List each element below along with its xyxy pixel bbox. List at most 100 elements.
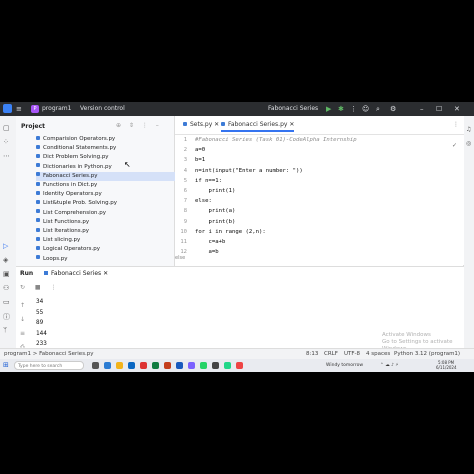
maximize-icon[interactable]: ☐ <box>436 105 442 113</box>
teams-icon[interactable] <box>188 362 195 369</box>
code-line[interactable]: a=0 <box>195 147 205 153</box>
clock-date[interactable]: 6/11/2024 <box>436 365 457 370</box>
file-tree-item[interactable]: Conditional Statements.py <box>36 144 116 153</box>
store-icon[interactable] <box>128 362 135 369</box>
project-panel-actions[interactable]: ⊕ ⇕ ⋮ – <box>116 122 162 129</box>
python-packages-icon[interactable]: ◈ <box>3 256 8 264</box>
pycharm-icon[interactable] <box>224 362 231 369</box>
debug-icon[interactable]: ✱ <box>338 105 344 113</box>
file-name: List Functions.py <box>43 218 90 225</box>
file-tree-item[interactable]: Functions in Dict.py <box>36 181 97 190</box>
python-console-icon[interactable]: ▣ <box>3 270 10 278</box>
vcs-menu[interactable]: Version control <box>80 105 125 112</box>
file-tree-item[interactable]: List Iterations.py <box>36 227 89 236</box>
code-line[interactable]: print(1) <box>195 188 235 194</box>
more-icon[interactable]: ⋮ <box>350 105 357 113</box>
services-icon[interactable]: ⚇ <box>3 284 9 292</box>
file-tree-item[interactable]: List slicing.py <box>36 236 80 245</box>
file-tree-item[interactable]: List Functions.py <box>36 218 89 227</box>
run-panel-label: Run <box>20 270 34 277</box>
code-line[interactable]: #Fabonacci Series (Task 01)-CodeAlpha In… <box>195 137 357 143</box>
breadcrumb[interactable]: else <box>175 255 185 261</box>
search-icon[interactable]: ⌕ <box>376 105 380 113</box>
run-config-selector[interactable]: Fabonacci Series <box>268 105 318 112</box>
user-icon[interactable]: ☺ <box>362 105 369 113</box>
code-line[interactable]: print(a) <box>195 208 235 214</box>
code-editor[interactable]: 1 #Fabonacci Series (Task 01)-CodeAlpha I… <box>175 135 464 265</box>
code-line[interactable]: c=a+b <box>195 239 225 245</box>
app-logo-icon[interactable] <box>3 104 12 113</box>
recorder-icon[interactable] <box>236 362 243 369</box>
code-line[interactable]: else: <box>195 198 212 204</box>
run-icon[interactable]: ▶ <box>326 105 331 113</box>
file-tree-item[interactable]: List&tuple Prob. Solving.py <box>36 199 117 208</box>
tab-fabonacci-series[interactable]: Fabonacci Series.py ✕ <box>221 121 295 132</box>
tab-sets[interactable]: Sets.py ✕ <box>183 121 219 128</box>
inspection-check-icon[interactable]: ✓ <box>452 142 457 149</box>
screen: ≡ P program1 Version control Fabonacci S… <box>0 102 474 372</box>
python-file-icon <box>36 255 40 260</box>
run-toolbar[interactable]: ↻ ■ ⋮ <box>20 284 61 291</box>
code-line[interactable]: a=b <box>195 249 218 255</box>
console-output-line: 34 <box>36 298 44 305</box>
structure-tool-icon[interactable]: ⁘ <box>3 138 9 146</box>
file-tree-item[interactable]: Comparision Operators.py <box>36 135 115 144</box>
close-icon[interactable]: ✕ <box>454 105 460 113</box>
ai-assistant-icon[interactable]: ◎ <box>466 140 471 147</box>
chrome-icon[interactable] <box>140 362 147 369</box>
windows-start-icon[interactable]: ⊞ <box>3 362 9 369</box>
powerpoint-icon[interactable] <box>164 362 171 369</box>
word-icon[interactable] <box>176 362 183 369</box>
code-line[interactable]: for i in range (2,n): <box>195 229 266 235</box>
status-interpreter[interactable]: Python 3.12 (program1) <box>394 351 460 357</box>
status-caret-position[interactable]: 8:13 <box>306 351 318 357</box>
line-number: 11 <box>180 239 187 245</box>
line-number: 5 <box>183 177 187 184</box>
file-tree-item[interactable]: Dict Problem Solving.py <box>36 153 109 162</box>
taskbar-search-input[interactable]: Type here to search <box>14 361 84 370</box>
code-line[interactable]: b=1 <box>195 157 205 163</box>
problems-icon[interactable]: ⓘ <box>3 312 10 322</box>
terminal-icon[interactable]: ▭ <box>3 298 10 306</box>
file-tree-item[interactable]: Dictionaries in Python.py <box>36 163 112 172</box>
tray-icons[interactable]: ⌃ ☁ ♪ ⚡ <box>380 363 399 368</box>
file-tree-item[interactable]: Logical Operators.py <box>36 245 100 254</box>
file-name: Conditional Statements.py <box>43 145 117 152</box>
file-tree-item[interactable]: List Comprehension.py <box>36 209 106 218</box>
file-tree-item[interactable]: Fabonacci Series.py <box>36 171 186 181</box>
minimize-icon[interactable]: – <box>420 105 424 113</box>
file-name: List Iterations.py <box>43 228 90 234</box>
project-panel: Project ⊕ ⇕ ⋮ – Comparision Operators.py… <box>16 116 186 266</box>
more-tools-icon[interactable]: ⋯ <box>3 152 10 160</box>
whatsapp-icon[interactable] <box>200 362 207 369</box>
project-panel-title[interactable]: Project <box>21 123 45 130</box>
task-view-icon[interactable] <box>92 362 99 369</box>
file-explorer-icon[interactable] <box>116 362 123 369</box>
code-line[interactable]: if n==1: <box>195 178 222 184</box>
run-tool-icon[interactable]: ▷ <box>3 242 8 250</box>
terminal-app-icon[interactable] <box>212 362 219 369</box>
python-file-icon <box>44 271 48 275</box>
notifications-icon[interactable]: ♫ <box>466 126 471 133</box>
status-encoding[interactable]: UTF-8 <box>344 351 360 357</box>
run-tab[interactable]: Fabonacci Series ✕ <box>44 270 108 277</box>
file-name: Dictionaries in Python.py <box>43 163 112 170</box>
project-tool-icon[interactable]: ▢ <box>3 124 10 132</box>
excel-icon[interactable] <box>152 362 159 369</box>
tab-more-icon[interactable]: ⋮ <box>453 121 459 128</box>
code-line[interactable]: print(b) <box>195 219 235 225</box>
status-indent[interactable]: 4 spaces <box>366 351 390 357</box>
weather-widget[interactable]: Windy tomorrow <box>326 363 363 368</box>
project-switcher[interactable]: program1 <box>42 105 71 112</box>
file-tree-item[interactable]: Loops.py <box>36 255 68 264</box>
status-line-separator[interactable]: CRLF <box>324 351 338 357</box>
settings-gear-icon[interactable]: ⚙ <box>390 105 396 113</box>
hamburger-menu-icon[interactable]: ≡ <box>16 105 22 113</box>
status-path[interactable]: program1 > Fabonacci Series.py <box>4 351 94 357</box>
edge-browser-icon[interactable] <box>104 362 111 369</box>
python-file-icon <box>36 135 40 140</box>
file-tree-item[interactable]: Identity Operators.py <box>36 190 102 199</box>
code-line[interactable]: n=int(input("Enter a number: ")) <box>195 168 303 174</box>
git-icon[interactable]: ᛘ <box>3 326 7 334</box>
python-file-icon <box>36 227 40 232</box>
